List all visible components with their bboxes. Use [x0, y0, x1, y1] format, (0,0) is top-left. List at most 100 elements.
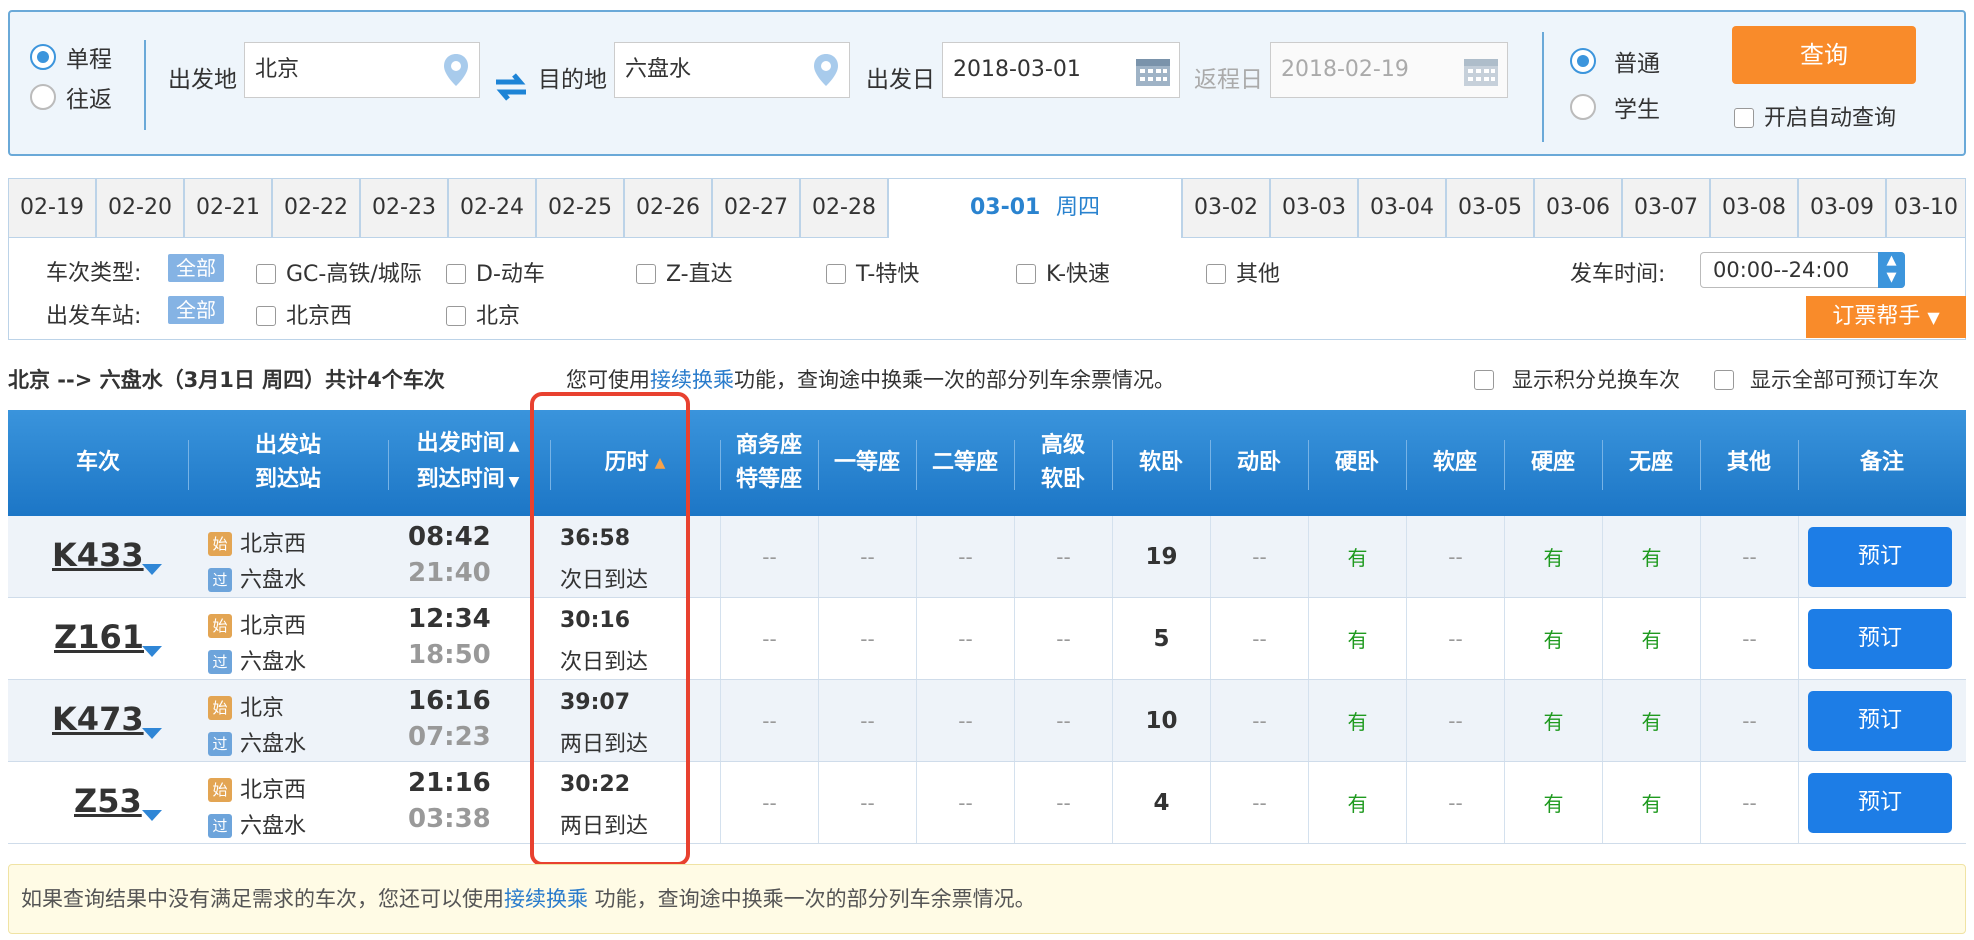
booking-helper-button[interactable]: 订票帮手 ▼ [1806, 296, 1966, 338]
from-input[interactable]: 北京 [244, 42, 480, 98]
depart-station: 始北京西 [208, 772, 306, 804]
seat-deluxe: -- [1014, 762, 1112, 843]
seat-soft-seat: -- [1406, 680, 1504, 761]
date-tab[interactable]: 02-24 [448, 178, 536, 238]
date-tab[interactable]: 03-05 [1446, 178, 1534, 238]
to-value: 六盘水 [625, 57, 692, 82]
header-train[interactable]: 车次 [8, 410, 188, 516]
station-checkbox[interactable] [446, 306, 466, 326]
seat-other: -- [1700, 598, 1798, 679]
calendar-icon [1136, 59, 1170, 86]
station-all[interactable]: 全部 [168, 296, 224, 324]
transfer-suffix: 功能，查询途中换乘一次的部分列车余票情况。 [734, 368, 1175, 392]
header-stations: 出发站 到达站 [188, 410, 388, 516]
book-button[interactable]: 预订 [1808, 527, 1952, 587]
date-tab[interactable]: 02-22 [272, 178, 360, 238]
date-tab[interactable]: 02-20 [96, 178, 184, 238]
type-checkbox[interactable] [636, 264, 656, 284]
date-tab[interactable]: 03-06 [1534, 178, 1622, 238]
type-checkbox[interactable] [1206, 264, 1226, 284]
train-number-link[interactable]: Z53 [74, 782, 142, 820]
arrive-station: 过六盘水 [208, 808, 306, 840]
one-way-radio[interactable] [30, 44, 56, 70]
arrive-time: 07:23 [408, 722, 491, 752]
date-tab[interactable]: 02-26 [624, 178, 712, 238]
date-tab[interactable]: 02-21 [184, 178, 272, 238]
arrive-station: 过六盘水 [208, 562, 306, 594]
depart-time-select[interactable]: 00:00--24:00 [1700, 252, 1905, 288]
header-other: 其他 [1700, 410, 1798, 516]
adult-radio[interactable] [1570, 48, 1596, 74]
train-number-link[interactable]: Z161 [54, 618, 144, 656]
round-trip-radio[interactable] [30, 84, 56, 110]
type-label: Z-直达 [666, 262, 733, 287]
seat-other: -- [1700, 680, 1798, 761]
date-tab[interactable]: 03-03 [1270, 178, 1358, 238]
to-input[interactable]: 六盘水 [614, 42, 850, 98]
type-checkbox[interactable] [446, 264, 466, 284]
train-number-link[interactable]: K473 [52, 700, 144, 738]
book-button[interactable]: 预订 [1808, 691, 1952, 751]
date-tab[interactable]: 03-07 [1622, 178, 1710, 238]
header-label: 软座 [1432, 450, 1477, 475]
date-tab[interactable]: 03-08 [1710, 178, 1798, 238]
location-pin-icon [814, 54, 838, 86]
train-number-link[interactable]: K433 [52, 536, 144, 574]
header-times[interactable]: 出发时间 ▲ 到达时间 ▼ [388, 410, 548, 516]
seat-first: -- [818, 598, 916, 679]
expand-stops-icon[interactable] [142, 728, 162, 739]
notice-prefix: 如果查询结果中没有满足需求的车次，您还可以使用 [21, 887, 504, 911]
station-checkbox[interactable] [256, 306, 276, 326]
date-tab[interactable]: 02-27 [712, 178, 800, 238]
type-checkbox[interactable] [256, 264, 276, 284]
date-tab-active[interactable]: 03-01 周四 [888, 178, 1182, 240]
notice-transfer-link[interactable]: 接续换乘 [504, 887, 588, 911]
duration-highlight-box [530, 392, 690, 866]
station-filter-label: 出发车站: [46, 304, 142, 329]
auto-query-checkbox[interactable] [1734, 108, 1754, 128]
return-date-input[interactable]: 2018-02-19 [1270, 42, 1508, 98]
book-button[interactable]: 预订 [1808, 609, 1952, 669]
depart-time: 12:34 [408, 604, 491, 634]
student-radio[interactable] [1570, 94, 1596, 120]
header-emu-sleeper: 动卧 [1210, 410, 1308, 516]
expand-stops-icon[interactable] [142, 564, 162, 575]
transfer-link[interactable]: 接续换乘 [650, 368, 734, 392]
table-row: K473 始北京过六盘水 16:16 07:23 39:07 两日到达 -- -- -- -- 10… [8, 680, 1966, 762]
date-tab[interactable]: 02-23 [360, 178, 448, 238]
seat-second: -- [916, 762, 1014, 843]
depart-date-input[interactable]: 2018-03-01 [942, 42, 1180, 98]
select-arrows-icon: ▲ ▼ [1878, 252, 1905, 288]
date-tab[interactable]: 03-04 [1358, 178, 1446, 238]
expand-stops-icon[interactable] [142, 646, 162, 657]
divider [144, 40, 146, 130]
all-bookable-checkbox[interactable] [1714, 370, 1734, 390]
expand-stops-icon[interactable] [142, 810, 162, 821]
start-station-badge: 始 [208, 614, 232, 638]
points-label: 显示积分兑换车次 [1512, 368, 1680, 392]
query-button[interactable]: 查询 [1732, 26, 1916, 84]
table-row: Z161 始北京西过六盘水 12:34 18:50 30:16 次日到达 -- -- -- -- 5… [8, 598, 1966, 680]
seat-hard-sleeper: 有 [1308, 680, 1406, 761]
depart-value: 2018-03-01 [953, 57, 1081, 82]
points-checkbox[interactable] [1474, 370, 1494, 390]
date-tab[interactable]: 02-25 [536, 178, 624, 238]
route-summary: 北京 --> 六盘水（3月1日 周四）共计4个车次 [8, 368, 445, 392]
train-type-all[interactable]: 全部 [168, 254, 224, 282]
date-tab[interactable]: 03-02 [1182, 178, 1270, 238]
date-tab[interactable]: 02-19 [8, 178, 96, 238]
date-tab[interactable]: 03-10 [1886, 178, 1966, 238]
seat-soft-seat: -- [1406, 516, 1504, 597]
type-label: 其他 [1236, 262, 1281, 287]
seat-hard-seat: 有 [1504, 680, 1602, 761]
swap-icon[interactable] [494, 72, 528, 102]
type-checkbox[interactable] [1016, 264, 1036, 284]
book-button[interactable]: 预订 [1808, 773, 1952, 833]
date-tab[interactable]: 02-28 [800, 178, 888, 238]
active-date: 03-01 [969, 195, 1041, 220]
seat-no-seat: 有 [1602, 516, 1700, 597]
auto-query-label: 开启自动查询 [1764, 106, 1897, 131]
type-label: K-快速 [1046, 262, 1111, 287]
date-tab[interactable]: 03-09 [1798, 178, 1886, 238]
type-checkbox[interactable] [826, 264, 846, 284]
